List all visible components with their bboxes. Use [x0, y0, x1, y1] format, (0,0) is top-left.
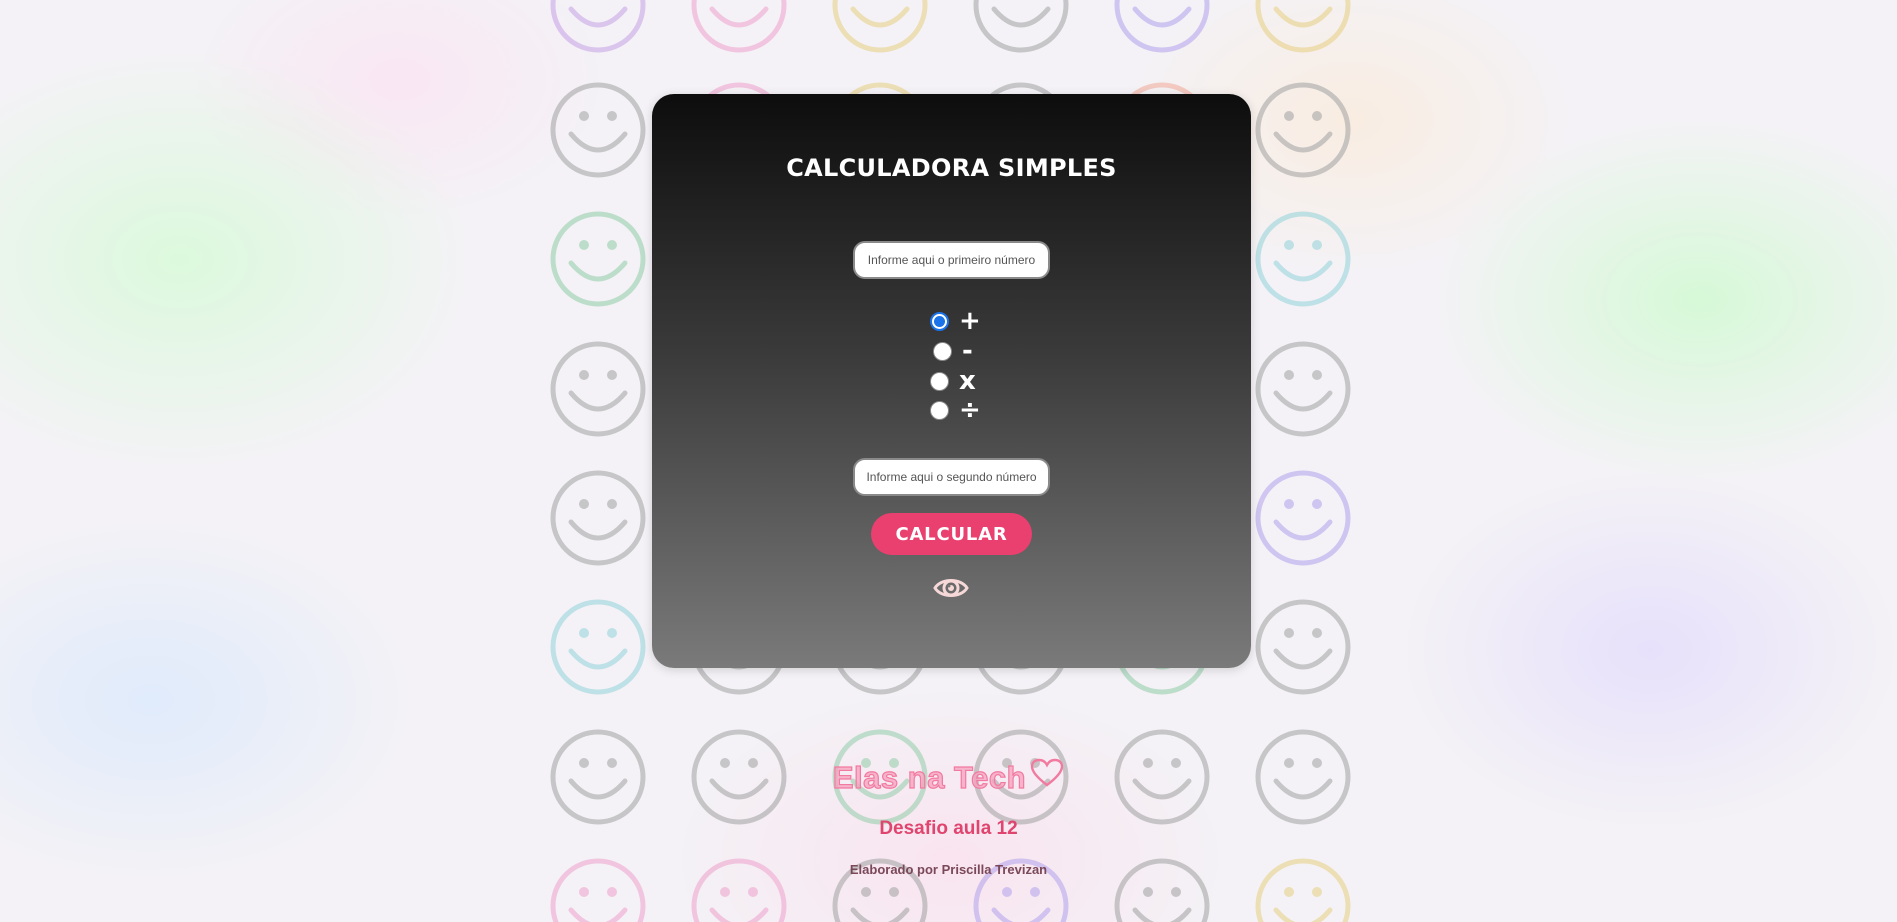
brand-text: Elas na Tech	[832, 759, 1027, 795]
operation-symbol: -	[962, 336, 973, 366]
calculate-button[interactable]: CALCULAR	[871, 513, 1032, 555]
radio-add[interactable]	[930, 311, 949, 331]
calculator-card: CALCULADORA SIMPLES + - x ÷ CALCULAR	[652, 94, 1251, 668]
smiley-face-icon	[1255, 211, 1351, 307]
author-credit: Elaborado por Priscilla Trevizan	[849, 862, 1048, 877]
page-title: CALCULADORA SIMPLES	[786, 154, 1117, 182]
heart-outline-icon	[1030, 758, 1064, 796]
brand-title: Elas na Tech	[0, 758, 1897, 799]
smiley-face-icon	[550, 0, 646, 53]
operation-symbol: x	[959, 366, 976, 396]
smiley-face-icon	[1114, 0, 1210, 53]
radio-divide[interactable]	[930, 400, 949, 420]
operation-symbol: +	[959, 306, 981, 336]
smiley-face-icon	[550, 82, 646, 178]
smiley-face-icon	[1255, 599, 1351, 695]
smiley-face-icon	[550, 341, 646, 437]
operation-option-divide[interactable]: ÷	[930, 396, 981, 424]
smiley-face-icon	[691, 0, 787, 53]
radio-subtract[interactable]	[933, 341, 952, 361]
page-subtitle: Desafio aula 12	[879, 818, 1018, 839]
operation-option-add[interactable]: +	[930, 307, 981, 335]
first-number-input[interactable]	[853, 241, 1050, 279]
smiley-face-icon	[832, 0, 928, 53]
operation-option-subtract[interactable]: -	[933, 337, 973, 365]
smiley-face-icon	[550, 211, 646, 307]
smiley-face-icon	[1255, 470, 1351, 566]
radio-multiply[interactable]	[930, 371, 949, 391]
smiley-face-icon	[550, 470, 646, 566]
operation-option-multiply[interactable]: x	[930, 367, 976, 395]
operation-symbol: ÷	[959, 395, 981, 425]
eye-icon[interactable]	[933, 572, 969, 604]
second-number-input[interactable]	[853, 458, 1050, 496]
smiley-face-icon	[1255, 82, 1351, 178]
smiley-face-icon	[1255, 0, 1351, 53]
smiley-face-icon	[1255, 341, 1351, 437]
smiley-face-icon	[550, 599, 646, 695]
smiley-face-icon	[973, 0, 1069, 53]
